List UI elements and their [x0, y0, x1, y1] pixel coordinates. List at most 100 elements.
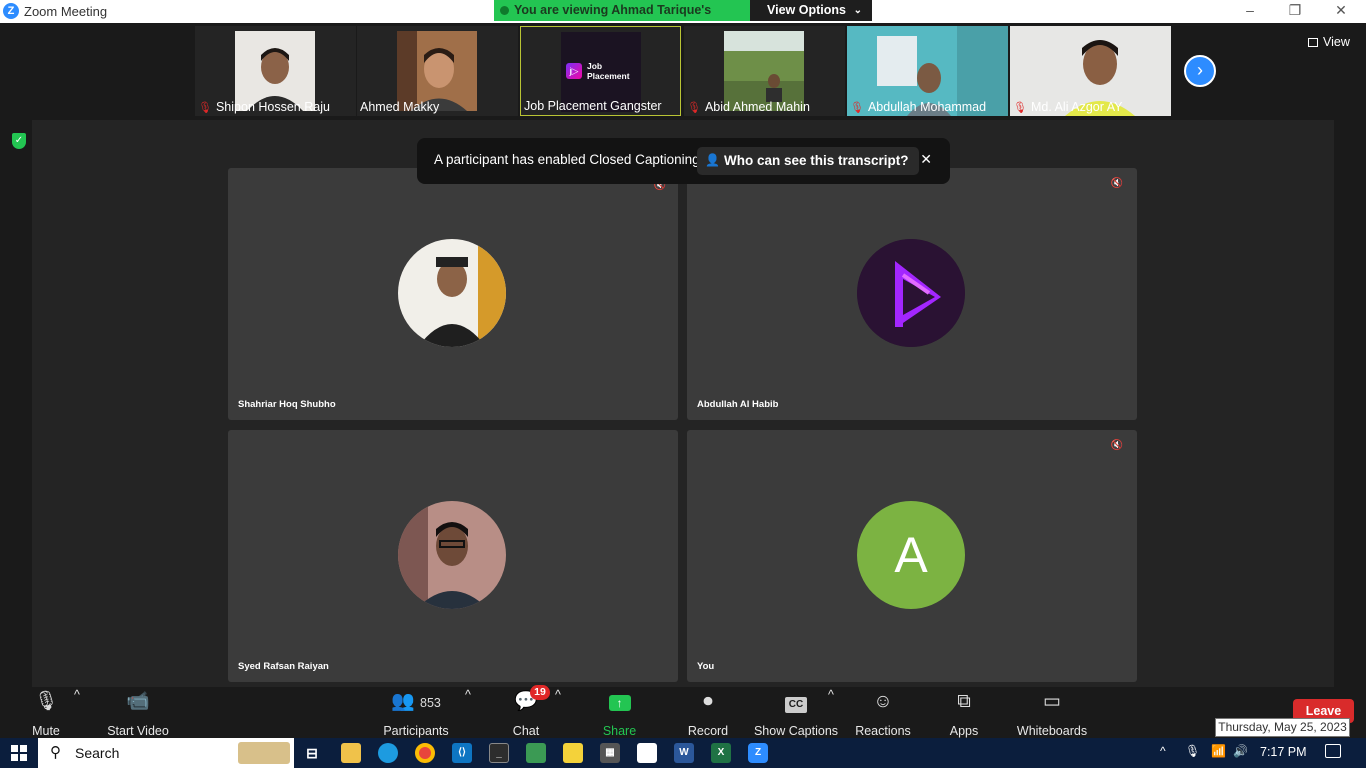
zoom-taskbar-icon[interactable]: Z	[748, 743, 768, 763]
share-indicator-icon	[500, 6, 509, 15]
muted-mic-icon: 🎙	[198, 102, 212, 114]
document-icon[interactable]	[637, 743, 657, 763]
person-icon: 👤	[705, 153, 720, 167]
captioning-notification: A participant has enabled Closed Caption…	[417, 138, 950, 184]
participant-name-label: 🎙 Shipon Hossen Raju	[198, 100, 330, 114]
edge-browser-icon[interactable]	[378, 743, 398, 763]
sticky-notes-icon[interactable]	[563, 743, 583, 763]
participant-avatar	[398, 501, 506, 609]
title-bar: Z Zoom Meeting You are viewing Ahmad Tar…	[0, 0, 1366, 38]
thumbnail-tile[interactable]: j▷ Job Placement Job Placement Gangster	[520, 26, 681, 116]
thumbnail-tile[interactable]: 🎙 Md. Ali Azgor AY	[1010, 26, 1171, 116]
viewing-screen-banner: You are viewing Ahmad Tarique's screen	[494, 0, 750, 38]
grid-view-icon	[1308, 38, 1318, 48]
chat-button[interactable]: 💬 19 Chat	[506, 685, 550, 738]
participant-name-label: Job Placement Gangster	[524, 99, 662, 113]
participant-name: Abdullah Al Habib	[697, 399, 779, 410]
calculator-icon[interactable]: ▦	[600, 743, 620, 763]
participant-name-label: 🎙 Abid Ahmed Mahin	[687, 100, 810, 114]
view-options-button[interactable]: View Options ⌄	[750, 0, 872, 21]
microphone-tray-icon[interactable]: 🎙	[1185, 744, 1200, 758]
apps-button[interactable]: ⧉ Apps	[947, 688, 981, 738]
thumbnail-tile[interactable]: 🎙 Abdullah Mohammad	[847, 26, 1008, 116]
thumbnail-tile[interactable]: Ahmed Makky	[357, 26, 518, 116]
participant-name: You	[697, 661, 715, 672]
taskbar-search-box[interactable]: ⚲ Search	[38, 738, 294, 768]
notifications-icon[interactable]	[1325, 744, 1341, 758]
task-view-icon[interactable]: ⊟	[302, 743, 322, 763]
windows-start-icon[interactable]	[11, 745, 27, 761]
apps-icon: ⧉	[957, 691, 971, 712]
whiteboards-button[interactable]: ▭ Whiteboards	[1016, 688, 1088, 738]
start-video-button[interactable]: 📹 Start Video	[104, 688, 172, 738]
participant-tile[interactable]: Shahriar Hoq Shubho 🔇	[228, 168, 678, 420]
date-tooltip: Thursday, May 25, 2023	[1215, 718, 1350, 737]
audio-options-caret[interactable]: ^	[74, 688, 80, 738]
logo-text-job: Job	[587, 61, 603, 71]
closed-captions-icon: CC	[753, 689, 839, 715]
close-notification-icon[interactable]: ✕	[920, 151, 932, 168]
terminal-icon[interactable]: _	[489, 743, 509, 763]
muted-mic-icon: 🔇	[1110, 440, 1123, 451]
thumbnail-tile[interactable]: 🎙 Abid Ahmed Mahin	[684, 26, 845, 116]
participant-name-label: 🎙 Abdullah Mohammad	[850, 100, 987, 114]
security-shield-icon[interactable]: ✓	[12, 133, 26, 149]
chat-unread-badge: 19	[530, 685, 550, 700]
record-button[interactable]: ⏺ Record	[686, 688, 730, 738]
participant-name-label: 🎙 Md. Ali Azgor AY	[1013, 100, 1123, 114]
file-explorer-icon[interactable]	[341, 743, 361, 763]
chevron-up-icon[interactable]: ^	[1160, 744, 1166, 758]
muted-mic-icon: 🔇	[1110, 178, 1123, 189]
participant-tile[interactable]: Abdullah Al Habib 🔇	[687, 168, 1137, 420]
notification-message: A participant has enabled Closed Caption…	[434, 152, 700, 167]
participant-video	[724, 31, 804, 111]
muted-mic-icon: 🎙	[1013, 102, 1027, 114]
participants-button[interactable]: 👥 853 Participants	[382, 688, 450, 738]
restore-button[interactable]: ❐	[1285, 2, 1305, 19]
view-button[interactable]: View	[1308, 35, 1350, 49]
video-off-icon: 📹	[126, 691, 150, 712]
mute-button[interactable]: 🎙 Mute	[22, 688, 70, 738]
vscode-icon[interactable]: ⟨⟩	[452, 743, 472, 763]
participants-options-caret[interactable]: ^	[465, 688, 471, 738]
participant-tile[interactable]: Syed Rafsan Raiyan	[228, 430, 678, 682]
show-captions-button[interactable]: CC Show Captions	[753, 688, 839, 738]
who-can-see-transcript-button[interactable]: 👤 Who can see this transcript?	[697, 147, 919, 175]
reactions-button[interactable]: ☺ Reactions	[855, 688, 911, 738]
participants-count: 853	[420, 696, 441, 710]
search-icon: ⚲	[50, 744, 61, 761]
excel-icon[interactable]: X	[711, 743, 731, 763]
chevron-down-icon: ⌄	[853, 5, 862, 16]
minimize-button[interactable]: –	[1240, 2, 1260, 18]
participant-tile[interactable]: A You 🔇	[687, 430, 1137, 682]
thumbnail-tile[interactable]: 🎙 Shipon Hossen Raju	[195, 26, 356, 116]
search-highlight-image	[238, 742, 290, 764]
share-screen-button[interactable]: ↑ Share Screen	[582, 688, 657, 752]
window-title: Zoom Meeting	[24, 4, 108, 19]
wifi-icon[interactable]: 📶	[1211, 744, 1226, 758]
participant-name: Shahriar Hoq Shubho	[238, 399, 336, 410]
job-placement-logo-mark: j▷	[566, 63, 582, 79]
avatar-initial: A	[894, 527, 928, 583]
participants-icon: 👥 853	[391, 691, 441, 712]
participant-video	[235, 31, 315, 111]
chat-options-caret[interactable]: ^	[555, 688, 561, 738]
smiley-add-icon: ☺	[873, 691, 893, 712]
view-options-label: View Options	[767, 3, 846, 17]
captions-options-caret[interactable]: ^	[828, 688, 834, 738]
participant-avatar	[398, 239, 506, 347]
close-window-button[interactable]: ✕	[1331, 2, 1351, 19]
share-screen-icon: ↑	[582, 689, 657, 715]
chrome-browser-icon[interactable]	[415, 743, 435, 763]
next-page-button[interactable]: ›	[1184, 55, 1216, 87]
word-icon[interactable]: W	[674, 743, 694, 763]
volume-icon[interactable]: 🔊	[1233, 744, 1248, 758]
zoom-logo-icon: Z	[3, 3, 19, 19]
muted-mic-icon: 🎙	[687, 102, 701, 114]
participant-name: Syed Rafsan Raiyan	[238, 661, 329, 672]
windows-taskbar: ⚲ Search ⊟ ⟨⟩ _ ▦ W X Z ^ 🎙 📶 🔊 7:17 PM	[0, 738, 1366, 768]
app-icon[interactable]	[526, 743, 546, 763]
participant-avatar	[857, 239, 965, 347]
taskbar-clock[interactable]: 7:17 PM	[1260, 745, 1307, 759]
meeting-toolbar: 🎙 Mute ^ 📹 Start Video 👥 853 Participant…	[0, 685, 1366, 752]
